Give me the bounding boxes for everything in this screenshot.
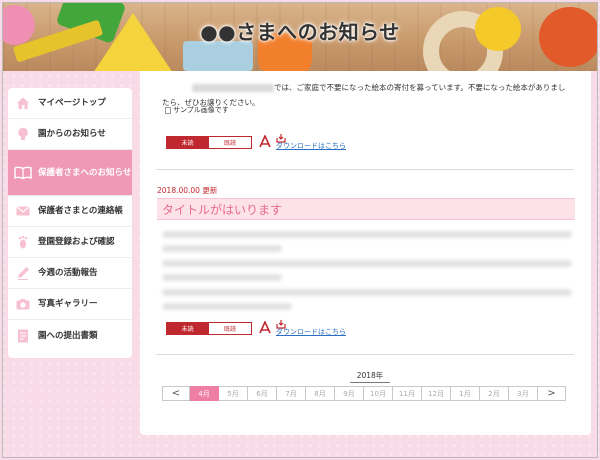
sidebar-item-label: 園への提出書類 [38, 330, 98, 341]
redacted-text [162, 260, 572, 267]
sidebar-item-label: 登園登録および確認 [38, 237, 115, 247]
unread-button[interactable]: 未読 [166, 322, 209, 335]
divider [156, 169, 574, 170]
year-label: 2018年 [350, 370, 390, 383]
month-pager: < 4月 5月 6月 7月 8月 9月 10月 11月 12月 1月 2月 3月… [162, 386, 566, 401]
download-link[interactable]: ダウンロードはこちら [276, 141, 346, 151]
download-link[interactable]: ダウンロードはこちら [276, 327, 346, 337]
book-icon [14, 164, 32, 182]
toy-decoration [183, 41, 253, 71]
camera-icon [14, 295, 32, 313]
sidebar-item-label: マイページトップ [38, 98, 106, 108]
footprint-icon [14, 233, 32, 251]
divider [156, 354, 574, 355]
envelope-icon [14, 202, 32, 220]
redacted-text [162, 274, 282, 281]
sidebar-item-submit-documents[interactable]: 園への提出書類 [8, 320, 132, 351]
pdf-icon [259, 135, 271, 148]
sidebar-item-school-notices[interactable]: 園からのお知らせ [8, 119, 132, 150]
read-button[interactable]: 既読 [209, 136, 252, 149]
sidebar-item-guardian-notices[interactable]: 保護者さまへのお知らせ [8, 150, 132, 196]
read-status-toggle: 未読 既読 [166, 136, 252, 149]
sidebar-item-contact-book[interactable]: 保護者さまとの連絡帳 [8, 196, 132, 227]
image-alt-text: サンプル画像です [173, 106, 229, 114]
header-banner: ●●さまへのお知らせ [3, 3, 597, 71]
next-button[interactable]: > [538, 386, 566, 401]
pdf-icon [259, 321, 271, 334]
sidebar-item-photo-gallery[interactable]: 写真ギャラリー [8, 289, 132, 320]
redacted-text [162, 231, 572, 238]
month-tab[interactable]: 5月 [219, 386, 248, 401]
prev-button[interactable]: < [162, 386, 190, 401]
month-tab[interactable]: 11月 [393, 386, 422, 401]
month-tab[interactable]: 9月 [335, 386, 364, 401]
redacted-text [162, 303, 292, 310]
month-tab[interactable]: 7月 [277, 386, 306, 401]
sidebar-item-attendance[interactable]: 登園登録および確認 [8, 227, 132, 258]
sidebar-item-label: 園からのお知らせ [38, 129, 106, 139]
month-tab[interactable]: 10月 [364, 386, 393, 401]
sample-image: サンプル画像です [165, 105, 229, 115]
notice-title-text: タイトルがはいります [162, 202, 283, 217]
notice-title: タイトルがはいります [157, 198, 575, 220]
month-tab[interactable]: 2月 [480, 386, 509, 401]
redacted-text [192, 84, 274, 92]
main-content: では、ご家庭で不要になった絵本の寄付を募っています。不要になった絵本がありまし … [140, 71, 591, 435]
read-status-toggle: 未読 既読 [166, 322, 252, 335]
sidebar-item-weekly-report[interactable]: 今週の活動報告 [8, 258, 132, 289]
sidebar-item-label: 写真ギャラリー [38, 299, 98, 309]
sidebar-nav: マイページトップ 園からのお知らせ 保護者さまへのお知らせ 保護者さまとの連絡帳… [8, 88, 132, 358]
sidebar-item-mypage-top[interactable]: マイページトップ [8, 88, 132, 119]
redacted-text [162, 245, 282, 252]
unread-button[interactable]: 未読 [166, 136, 209, 149]
notice-date: 2018.00.00 更新 [157, 186, 218, 195]
month-tab[interactable]: 1月 [451, 386, 480, 401]
broken-image-icon [165, 106, 171, 114]
month-tab[interactable]: 4月 [190, 386, 219, 401]
sidebar-item-label: 保護者さまへのお知らせ [38, 167, 132, 178]
sidebar-item-label: 保護者さまとの連絡帳 [38, 206, 123, 216]
notice-body-line: では、ご家庭で不要になった絵本の寄付を募っています。不要になった絵本がありまし [274, 83, 566, 92]
month-tab[interactable]: 3月 [509, 386, 538, 401]
page-title: ●●さまへのお知らせ [200, 20, 400, 44]
month-tab[interactable]: 6月 [248, 386, 277, 401]
home-icon [14, 94, 32, 112]
lightbulb-icon [14, 125, 32, 143]
document-icon [14, 327, 32, 345]
month-tab[interactable]: 12月 [422, 386, 451, 401]
month-tab[interactable]: 8月 [306, 386, 335, 401]
redacted-text [162, 289, 572, 296]
sidebar-item-label: 今週の活動報告 [38, 268, 98, 278]
read-button[interactable]: 既読 [209, 322, 252, 335]
pencil-icon [14, 264, 32, 282]
